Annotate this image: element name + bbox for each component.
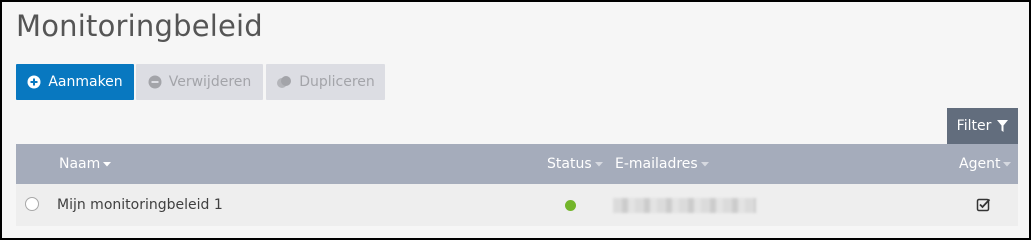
- sort-caret-icon: [1003, 161, 1012, 167]
- page-title: Monitoringbeleid: [16, 9, 263, 43]
- create-button[interactable]: Aanmaken: [16, 64, 134, 100]
- filter-button-label: Filter: [956, 118, 992, 134]
- funnel-icon: [997, 120, 1009, 132]
- agent-checkbox-icon: [976, 197, 992, 213]
- column-header-agent[interactable]: Agent: [959, 144, 1012, 184]
- column-header-email[interactable]: E-mailadres: [615, 144, 709, 184]
- column-header-name[interactable]: Naam: [59, 144, 112, 184]
- email-redacted: [613, 198, 756, 213]
- column-header-email-label: E-mailadres: [615, 156, 698, 172]
- table-header: Naam Status E-mailadres Agent: [16, 144, 1018, 184]
- column-header-name-label: Naam: [59, 156, 101, 172]
- sort-caret-icon: [103, 161, 112, 167]
- create-button-label: Aanmaken: [48, 74, 123, 90]
- duplicate-button[interactable]: Dupliceren: [266, 64, 385, 100]
- minus-circle-icon: [148, 75, 162, 89]
- table-row[interactable]: Mijn monitoringbeleid 1: [16, 184, 1018, 226]
- app-frame: Monitoringbeleid Aanmaken Verwijderen Du…: [2, 2, 1029, 238]
- sort-caret-icon: [594, 161, 603, 167]
- row-name: Mijn monitoringbeleid 1: [57, 197, 223, 213]
- row-select-radio[interactable]: [25, 197, 39, 211]
- sort-caret-icon: [700, 161, 709, 167]
- delete-button-label: Verwijderen: [168, 74, 252, 90]
- column-header-status[interactable]: Status: [547, 144, 603, 184]
- status-indicator: [565, 200, 576, 211]
- column-header-agent-label: Agent: [959, 156, 1001, 172]
- plus-circle-icon: [27, 75, 41, 89]
- duplicate-button-label: Dupliceren: [299, 74, 375, 90]
- filter-button[interactable]: Filter: [947, 108, 1018, 144]
- duplicate-icon: [276, 75, 292, 89]
- column-header-status-label: Status: [547, 156, 592, 172]
- delete-button[interactable]: Verwijderen: [136, 64, 263, 100]
